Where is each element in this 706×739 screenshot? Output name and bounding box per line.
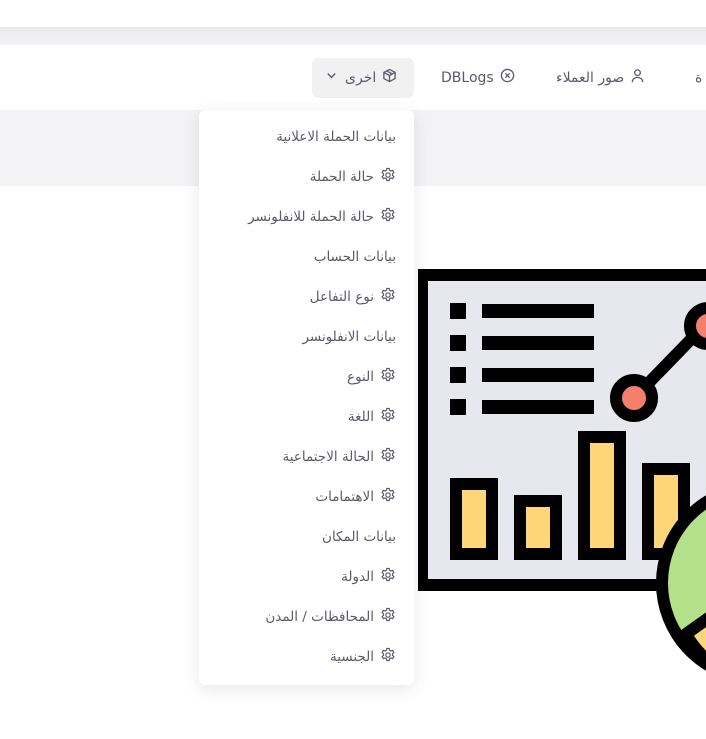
- nav-item-truncated[interactable]: ة: [695, 45, 702, 110]
- gear-icon: [380, 287, 396, 307]
- menu-item-interests[interactable]: الاهتمامات: [315, 477, 396, 517]
- nav-item-label: DBLogs: [441, 69, 494, 86]
- top-bar: [0, 0, 706, 27]
- gear-icon: [380, 167, 396, 187]
- gear-icon: [380, 647, 396, 667]
- nav-item-label: اخرى: [345, 69, 377, 86]
- menu-item-influencer-data[interactable]: بيانات الانفلونسر: [302, 317, 396, 357]
- menu-item-country[interactable]: الدولة: [341, 557, 396, 597]
- nav-item-label: ة: [695, 69, 703, 86]
- user-icon: [630, 68, 645, 87]
- top-bar-divider: [0, 27, 706, 45]
- menu-item-label: النوع: [347, 369, 374, 385]
- gear-icon: [380, 447, 396, 467]
- box-icon: [382, 68, 397, 87]
- menu-item-label: الحالة الاجتماعية: [282, 449, 375, 465]
- menu-item-label: اللغة: [347, 409, 374, 425]
- gear-icon: [380, 407, 396, 427]
- menu-item-account-data[interactable]: بيانات الحساب: [314, 237, 396, 277]
- gear-icon: [380, 367, 396, 387]
- circle-x-icon: [500, 68, 515, 87]
- gear-icon: [380, 207, 396, 227]
- gear-icon: [380, 607, 396, 627]
- gear-icon: [380, 487, 396, 507]
- analytics-illustration: [418, 269, 706, 671]
- menu-item-governorates-cities[interactable]: المحافظات / المدن: [265, 597, 396, 637]
- menu-item-language[interactable]: اللغة: [348, 397, 396, 437]
- nav-item-dblogs[interactable]: DBLogs: [441, 45, 515, 110]
- menu-item-interaction-type[interactable]: نوع التفاعل: [310, 277, 396, 317]
- menu-item-label: حالة الحملة للانفلونسر: [248, 209, 374, 225]
- menu-item-label: المحافظات / المدن: [265, 609, 374, 625]
- menu-item-label: حالة الحملة: [309, 169, 374, 185]
- gear-icon: [380, 567, 396, 587]
- menu-item-marital-status[interactable]: الحالة الاجتماعية: [283, 437, 397, 477]
- menu-item-label: بيانات الانفلونسر: [302, 329, 396, 345]
- menu-item-label: بيانات المكان: [322, 529, 396, 545]
- menu-item-label: بيانات الحساب: [313, 249, 396, 265]
- nav-item-customer-photos[interactable]: صور العملاء: [556, 45, 645, 110]
- main-navbar: ة صور العملاء DBLogs اخرى: [0, 45, 706, 110]
- menu-item-label: الاهتمامات: [315, 489, 374, 505]
- menu-item-label: بيانات الحملة الاعلانية: [276, 129, 396, 145]
- menu-item-gender[interactable]: النوع: [347, 357, 396, 397]
- menu-item-label: نوع التفاعل: [309, 289, 374, 305]
- menu-item-campaign-data[interactable]: بيانات الحملة الاعلانية: [276, 117, 396, 157]
- menu-item-location-data[interactable]: بيانات المكان: [322, 517, 396, 557]
- other-dropdown-menu: بيانات الحملة الاعلانية حالة الحملة حالة…: [199, 110, 414, 685]
- menu-item-campaign-status[interactable]: حالة الحملة: [310, 157, 396, 197]
- menu-item-influencer-campaign-status[interactable]: حالة الحملة للانفلونسر: [248, 197, 396, 237]
- nav-item-other[interactable]: اخرى: [324, 45, 397, 110]
- menu-item-label: الجنسية: [329, 649, 374, 665]
- chevron-down-icon: [324, 68, 339, 87]
- menu-item-nationality[interactable]: الجنسية: [330, 637, 396, 677]
- nav-item-label: صور العملاء: [556, 69, 625, 86]
- menu-item-label: الدولة: [341, 569, 374, 585]
